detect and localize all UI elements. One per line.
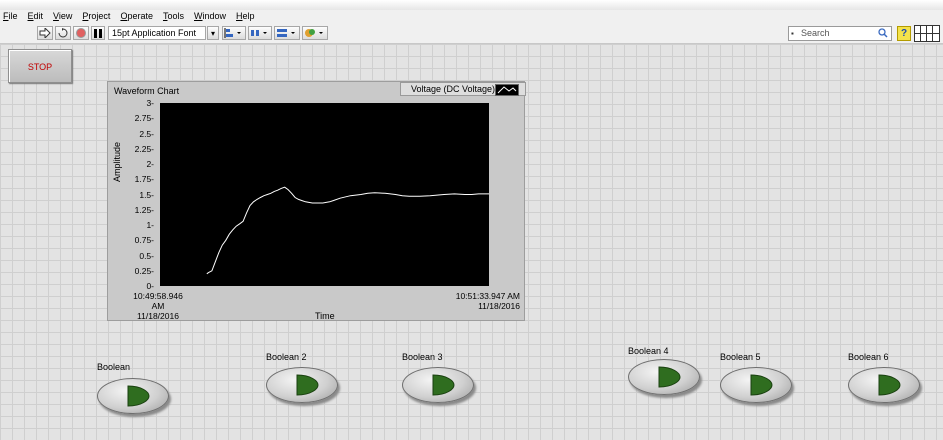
led-indicator-icon: [750, 374, 773, 396]
context-help-icon: ?: [900, 28, 908, 39]
menu-help[interactable]: Help: [231, 10, 260, 23]
stop-button[interactable]: STOP: [8, 49, 72, 83]
legend-swatch: [495, 84, 519, 96]
led-indicator-icon: [878, 374, 901, 396]
x-axis-label: Time: [315, 311, 335, 321]
led-indicator-icon: [127, 385, 150, 407]
led-indicator-icon: [658, 366, 681, 388]
align-objects-button[interactable]: [222, 26, 246, 40]
boolean-3-button[interactable]: [402, 367, 474, 403]
y-tick-label: 3-: [146, 98, 154, 108]
y-tick-label: 0.25-: [134, 265, 154, 276]
legend-label: Voltage (DC Voltage): [411, 84, 496, 94]
boolean-1-button[interactable]: [97, 378, 169, 414]
y-tick-label: 0-: [146, 281, 154, 291]
magnifier-icon[interactable]: [878, 28, 888, 38]
y-tick-label: 1.5-: [139, 189, 154, 200]
boolean-1-label: Boolean: [97, 362, 131, 372]
y-tick-label: 2.5-: [139, 128, 154, 139]
y-tick-label: 0.5-: [139, 250, 154, 261]
boolean-3-label: Boolean 3: [402, 352, 443, 362]
boolean-2-label: Boolean 2: [266, 352, 307, 362]
pause-button[interactable]: [91, 26, 105, 40]
abort-button[interactable]: [73, 26, 89, 40]
menu-file[interactable]: File: [0, 10, 23, 23]
y-tick-label: 1-: [146, 220, 154, 230]
y-tick-label: 1.25-: [134, 204, 154, 215]
waveform-chart: Waveform Chart Voltage (DC Voltage) Ampl…: [107, 81, 526, 321]
distribute-objects-icon: [251, 30, 267, 36]
toolbar: 15pt Application Font ▾ ▪ Search ?: [0, 23, 943, 44]
boolean-4-label: Boolean 4: [628, 346, 669, 356]
y-tick-label: 1.75-: [134, 174, 154, 185]
search-placeholder: Search: [801, 28, 830, 38]
reorder-button[interactable]: [302, 26, 328, 40]
voltage-series-line: [206, 186, 489, 275]
font-selector[interactable]: 15pt Application Font: [108, 26, 206, 40]
font-dropdown-button[interactable]: ▾: [207, 26, 219, 40]
y-tick-label: 2.75-: [134, 113, 154, 124]
boolean-5-label: Boolean 5: [720, 352, 761, 362]
search-bullet-icon: ▪: [791, 29, 794, 38]
run-continuously-button[interactable]: [55, 26, 71, 40]
reorder-icon: [305, 29, 323, 37]
abort-icon: [76, 28, 86, 38]
pause-icon: [94, 28, 102, 38]
x-end-timestamp: 10:51:33.947 AM 11/18/2016: [452, 291, 520, 311]
run-arrow-icon: [39, 28, 51, 38]
menu-edit[interactable]: Edit: [23, 10, 49, 23]
led-indicator-icon: [432, 374, 455, 396]
menu-operate[interactable]: Operate: [115, 10, 158, 23]
y-tick-label: 2-: [146, 159, 154, 169]
search-input[interactable]: ▪ Search: [788, 26, 892, 41]
menu-project[interactable]: Project: [77, 10, 115, 23]
connector-pane-icon[interactable]: [914, 25, 940, 42]
font-selector-label: 15pt Application Font: [112, 28, 197, 38]
context-help-button[interactable]: ?: [897, 26, 911, 41]
align-objects-icon: [224, 28, 241, 38]
boolean-6-label: Boolean 6: [848, 352, 889, 362]
plot-legend[interactable]: Voltage (DC Voltage): [400, 82, 526, 96]
led-indicator-icon: [296, 374, 319, 396]
resize-objects-button[interactable]: [274, 26, 300, 40]
resize-objects-icon: [277, 29, 295, 37]
y-tick-label: 2.25-: [134, 143, 154, 154]
menu-window[interactable]: Window: [189, 10, 231, 23]
x-end-date: 11/18/2016: [478, 301, 520, 311]
x-start-timestamp: 10:49:58.946 AM 11/18/2016: [128, 291, 188, 321]
chart-title: Waveform Chart: [114, 86, 180, 96]
stop-button-label: STOP: [27, 62, 53, 72]
x-start-date: 11/18/2016: [137, 311, 179, 321]
run-continuous-icon: [58, 28, 68, 38]
boolean-4-button[interactable]: [628, 359, 700, 395]
chevron-down-icon: ▾: [210, 28, 215, 38]
distribute-objects-button[interactable]: [248, 26, 272, 40]
menu-tools[interactable]: Tools: [158, 10, 189, 23]
boolean-5-button[interactable]: [720, 367, 792, 403]
boolean-2-button[interactable]: [266, 367, 338, 403]
plot-svg: [206, 186, 489, 275]
plot-area[interactable]: [160, 103, 489, 286]
menu-bar: File Edit View Project Operate Tools Win…: [0, 10, 943, 23]
window-title-strip: [0, 0, 943, 10]
x-end-time: 10:51:33.947 AM: [455, 291, 520, 301]
y-tick-label: 0.75-: [134, 235, 154, 246]
x-start-time: 10:49:58.946 AM: [133, 291, 183, 311]
run-button[interactable]: [37, 26, 53, 40]
menu-view[interactable]: View: [48, 10, 77, 23]
boolean-6-button[interactable]: [848, 367, 920, 403]
